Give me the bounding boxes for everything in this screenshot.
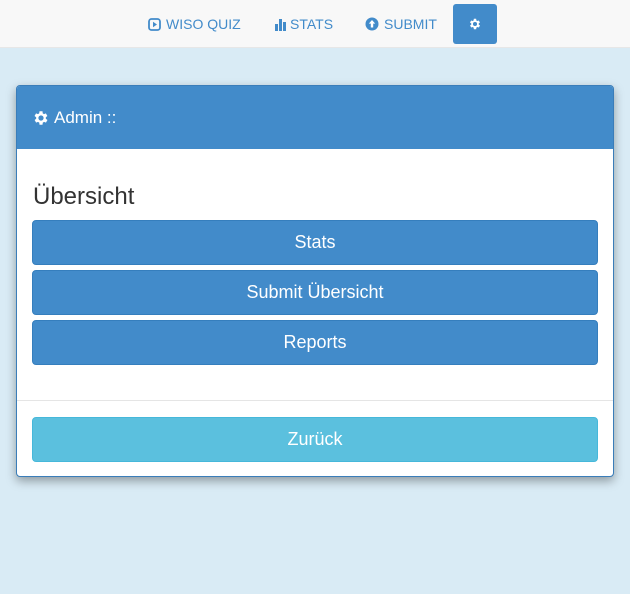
- upload-circle-icon: [365, 17, 379, 31]
- nav-item-wiso-quiz[interactable]: WISO QUIZ: [147, 4, 241, 44]
- nav-item-label: WISO QUIZ: [166, 16, 241, 32]
- reports-button[interactable]: Reports: [32, 320, 598, 365]
- nav-item-stats[interactable]: STATS: [273, 4, 333, 44]
- panel-footer: Zurück: [17, 400, 613, 476]
- gear-icon: [32, 109, 50, 127]
- nav-item-label: STATS: [290, 16, 334, 32]
- bar-chart-icon: [273, 17, 287, 31]
- admin-panel: Admin :: Übersicht Stats Submit Übersich…: [16, 85, 614, 477]
- panel-heading: Admin ::: [17, 86, 613, 149]
- top-navbar: WISO QUIZ STATS SUBMIT: [0, 0, 630, 48]
- nav-item-label: SUBMIT: [384, 16, 437, 32]
- panel-title: Admin ::: [54, 107, 117, 127]
- nav-item-submit[interactable]: SUBMIT: [365, 4, 437, 44]
- play-icon: [147, 17, 161, 31]
- nav-item-admin[interactable]: [453, 4, 497, 44]
- submit-overview-button[interactable]: Submit Übersicht: [32, 270, 598, 315]
- back-button[interactable]: Zurück: [32, 417, 598, 462]
- gear-icon: [468, 17, 482, 31]
- stats-button[interactable]: Stats: [32, 220, 598, 265]
- section-title: Übersicht: [33, 183, 135, 210]
